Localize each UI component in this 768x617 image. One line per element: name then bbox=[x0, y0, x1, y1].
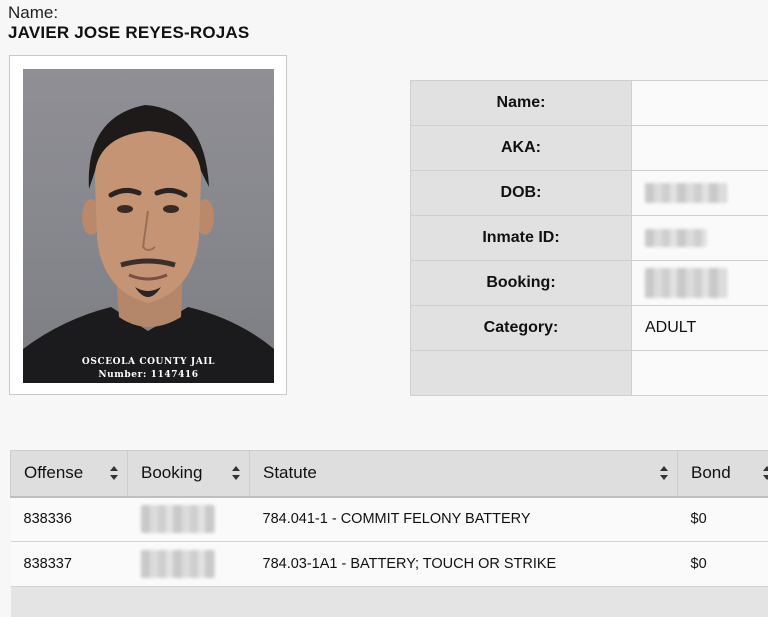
detail-row-dob: DOB: bbox=[411, 171, 768, 216]
column-header-offense[interactable]: Offense bbox=[11, 451, 128, 497]
table-row: 838337 784.03-1A1 - BATTERY; TOUCH OR ST… bbox=[11, 542, 768, 587]
detail-value: ADULT bbox=[632, 306, 768, 351]
detail-row-inmate-id: Inmate ID: bbox=[411, 216, 768, 261]
table-footer-row bbox=[11, 587, 768, 617]
column-header-bond[interactable]: Bond bbox=[678, 451, 768, 497]
table-row: 838336 784.041-1 - COMMIT FELONY BATTERY… bbox=[11, 497, 768, 542]
statute-cell: 784.03-1A1 - BATTERY; TOUCH OR STRIKE bbox=[250, 542, 678, 587]
sort-icon[interactable] bbox=[660, 466, 668, 480]
detail-value bbox=[632, 351, 768, 396]
column-header-label: Bond bbox=[691, 463, 731, 482]
offense-cell: 838337 bbox=[11, 542, 128, 587]
detail-row-category: Category: ADULT bbox=[411, 306, 768, 351]
detail-value-redacted bbox=[632, 216, 768, 261]
bond-cell: $0 bbox=[678, 497, 768, 542]
detail-row-empty bbox=[411, 351, 768, 396]
detail-row-name: Name: bbox=[411, 81, 768, 126]
detail-label: DOB: bbox=[411, 171, 632, 216]
jail-name-caption: OSCEOLA COUNTY JAIL bbox=[23, 357, 274, 367]
name-label: Name: bbox=[8, 3, 58, 23]
offenses-table: Offense Booking Statute Bond 838336 784.… bbox=[10, 450, 768, 617]
sort-icon[interactable] bbox=[763, 466, 768, 480]
detail-label: Inmate ID: bbox=[411, 216, 632, 261]
inmate-details-table: Name: AKA: DOB: Inmate ID: Booking: Cate… bbox=[410, 80, 768, 396]
detail-row-booking: Booking: bbox=[411, 261, 768, 306]
detail-label: Booking: bbox=[411, 261, 632, 306]
bond-cell: $0 bbox=[678, 542, 768, 587]
detail-row-aka: AKA: bbox=[411, 126, 768, 171]
mugshot-photo: OSCEOLA COUNTY JAIL Number: 1147416 bbox=[23, 69, 274, 383]
detail-label: Name: bbox=[411, 81, 632, 126]
offense-cell: 838336 bbox=[11, 497, 128, 542]
column-header-statute[interactable]: Statute bbox=[250, 451, 678, 497]
booking-number-caption: Number: 1147416 bbox=[23, 370, 274, 380]
detail-value-redacted bbox=[632, 171, 768, 216]
statute-cell: 784.041-1 - COMMIT FELONY BATTERY bbox=[250, 497, 678, 542]
detail-value-redacted bbox=[632, 261, 768, 306]
offenses-header-row: Offense Booking Statute Bond bbox=[11, 451, 768, 497]
sort-icon[interactable] bbox=[232, 466, 240, 480]
table-footer bbox=[11, 587, 768, 617]
booking-cell-redacted bbox=[128, 542, 250, 587]
column-header-label: Offense bbox=[24, 463, 83, 482]
detail-label: Category: bbox=[411, 306, 632, 351]
mugshot-frame: OSCEOLA COUNTY JAIL Number: 1147416 bbox=[9, 55, 287, 395]
detail-label: AKA: bbox=[411, 126, 632, 171]
column-header-label: Statute bbox=[263, 463, 317, 482]
inmate-name: JAVIER JOSE REYES-ROJAS bbox=[8, 23, 249, 43]
detail-label bbox=[411, 351, 632, 396]
booking-cell-redacted bbox=[128, 497, 250, 542]
sort-icon[interactable] bbox=[110, 466, 118, 480]
column-header-booking[interactable]: Booking bbox=[128, 451, 250, 497]
column-header-label: Booking bbox=[141, 463, 202, 482]
detail-value bbox=[632, 126, 768, 171]
detail-value bbox=[632, 81, 768, 126]
